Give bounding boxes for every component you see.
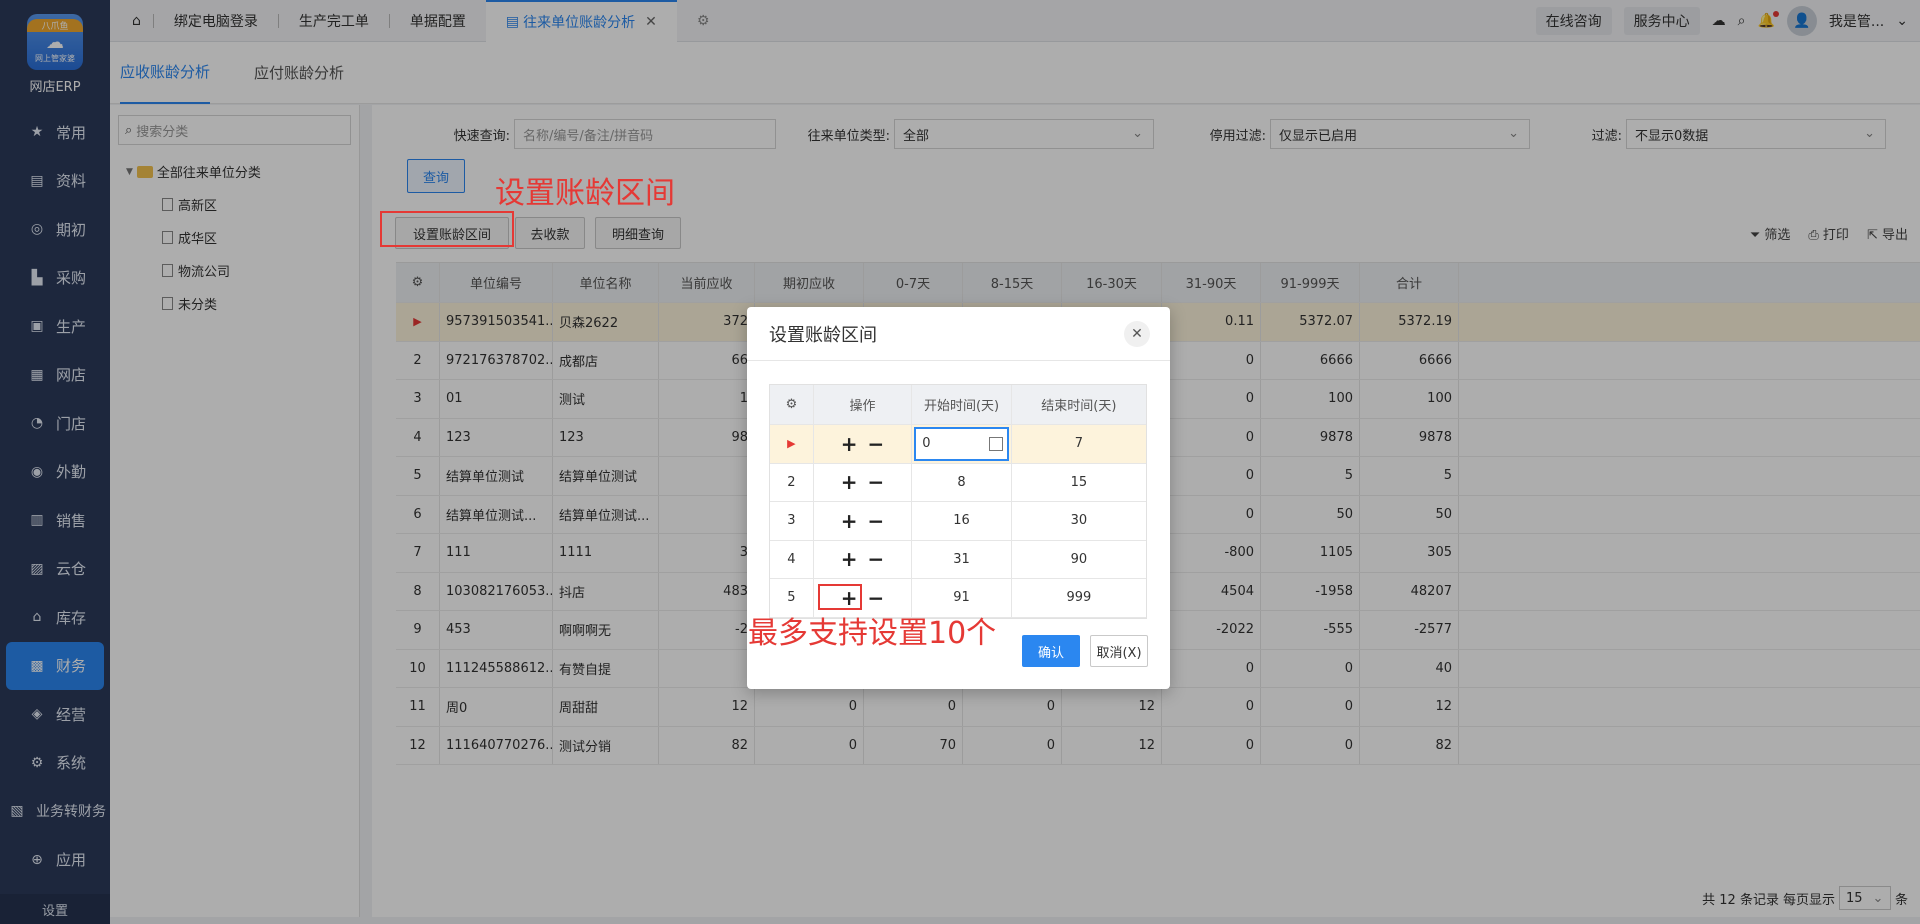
calculator-icon[interactable]	[988, 436, 1003, 451]
range-row[interactable]: ▶ + −0 7	[770, 425, 1146, 464]
current-row-indicator: ▶	[770, 425, 814, 463]
row-number: 2	[770, 463, 814, 501]
dialog-title: 设置账龄区间 ✕	[747, 307, 1170, 361]
row-operations: + −	[814, 502, 913, 540]
annotation-plus-box	[818, 584, 862, 610]
remove-row-icon[interactable]: −	[868, 547, 885, 571]
add-row-icon[interactable]: +	[841, 432, 858, 456]
confirm-button[interactable]: 确认	[1022, 635, 1080, 667]
start-day-cell: 31	[912, 540, 1012, 578]
end-day-cell[interactable]: 999	[1012, 579, 1146, 617]
remove-row-icon[interactable]: −	[868, 432, 885, 456]
start-day-cell: 16	[912, 502, 1012, 540]
dialog-buttons: 确认 取消(X)	[1022, 635, 1148, 667]
range-table-header: ⚙ 操作 开始时间(天) 结束时间(天)	[770, 385, 1146, 425]
range-row[interactable]: 2 + −8 15	[770, 463, 1146, 502]
row-number: 3	[770, 502, 814, 540]
add-row-icon[interactable]: +	[841, 547, 858, 571]
annotation-highlight-box	[380, 211, 514, 247]
close-icon[interactable]: ✕	[1124, 321, 1150, 347]
annotation-max-ten: 最多支持设置10个	[748, 616, 997, 651]
start-day-input[interactable]: 0	[914, 426, 1009, 461]
end-day-cell[interactable]: 90	[1012, 541, 1146, 579]
row-operations: + −	[814, 425, 913, 463]
remove-row-icon[interactable]: −	[868, 509, 885, 533]
end-day-cell[interactable]: 15	[1012, 464, 1146, 502]
cancel-button[interactable]: 取消(X)	[1090, 635, 1148, 667]
end-day-cell[interactable]: 30	[1012, 502, 1146, 540]
row-operations: + −	[814, 540, 913, 578]
add-row-icon[interactable]: +	[841, 470, 858, 494]
gear-icon[interactable]: ⚙	[770, 385, 814, 424]
remove-row-icon[interactable]: −	[868, 586, 885, 610]
range-row[interactable]: 3 + −16 30	[770, 502, 1146, 541]
row-number: 4	[770, 540, 814, 578]
row-operations: + −	[814, 463, 913, 501]
end-day-cell[interactable]: 7	[1012, 425, 1146, 463]
range-row[interactable]: 4 + −31 90	[770, 540, 1146, 579]
add-row-icon[interactable]: +	[841, 509, 858, 533]
remove-row-icon[interactable]: −	[868, 470, 885, 494]
annotation-set-range: 设置账龄区间	[495, 176, 675, 211]
start-day-cell: 0	[912, 425, 1012, 463]
start-day-cell: 8	[912, 463, 1012, 501]
